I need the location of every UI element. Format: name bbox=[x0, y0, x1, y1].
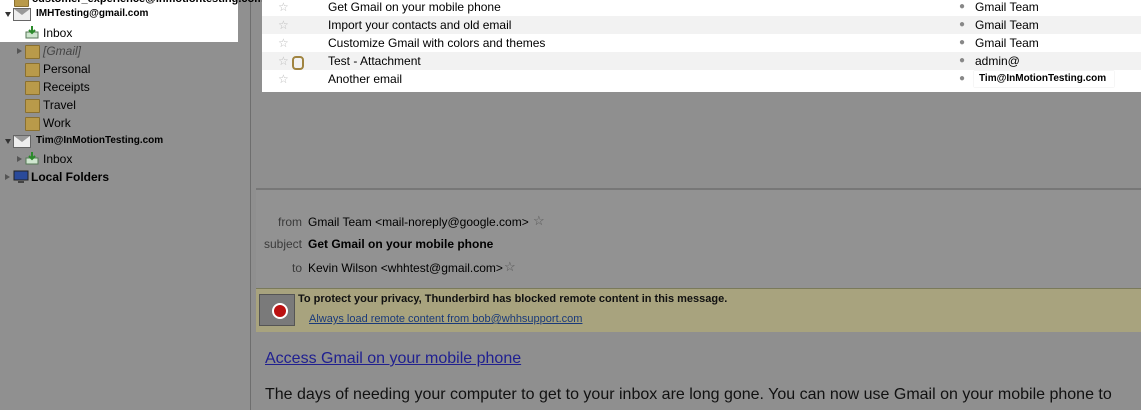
subject-label: subject bbox=[263, 237, 302, 251]
folder-label: Personal bbox=[43, 62, 91, 76]
tree-item-account-tim[interactable]: Tim@InMotionTesting.com bbox=[0, 132, 250, 150]
folder-label: Receipts bbox=[43, 80, 90, 94]
folder-icon bbox=[25, 63, 40, 77]
read-status-icon[interactable]: ● bbox=[959, 0, 965, 16]
star-icon[interactable]: ☆ bbox=[504, 259, 516, 275]
star-icon[interactable]: ☆ bbox=[278, 70, 289, 88]
body-title-link[interactable]: Access Gmail on your mobile phone bbox=[265, 350, 521, 368]
attachment-icon bbox=[292, 56, 304, 70]
from-label: from bbox=[278, 215, 302, 229]
account-icon bbox=[13, 8, 31, 21]
message-sender: Gmail Team bbox=[975, 18, 1039, 32]
folder-icon bbox=[25, 81, 40, 95]
tree-item-personal[interactable]: Personal bbox=[0, 60, 250, 78]
folder-label: [Gmail] bbox=[43, 44, 82, 58]
to-value[interactable]: Kevin Wilson <whhtest@gmail.com> bbox=[308, 261, 503, 275]
account-icon bbox=[13, 135, 31, 148]
message-row[interactable]: ☆ Another email ● Tim@InMotionTesting.co… bbox=[262, 70, 1141, 88]
account-label: IMHTesting@gmail.com bbox=[36, 8, 149, 19]
message-row[interactable]: ☆ Test - Attachment ● admin@ bbox=[262, 52, 1141, 70]
account-label: Tim@InMotionTesting.com bbox=[36, 135, 164, 146]
read-status-icon[interactable]: ● bbox=[959, 52, 965, 70]
star-icon[interactable]: ☆ bbox=[278, 16, 289, 34]
message-subject: Get Gmail on your mobile phone bbox=[328, 0, 501, 14]
read-status-icon[interactable]: ● bbox=[959, 16, 965, 34]
folder-icon bbox=[25, 99, 40, 113]
message-sender: Gmail Team bbox=[975, 36, 1039, 50]
star-icon[interactable]: ☆ bbox=[278, 0, 289, 16]
twisty-closed-icon[interactable] bbox=[5, 174, 10, 180]
star-icon[interactable]: ☆ bbox=[278, 52, 289, 70]
star-icon[interactable]: ☆ bbox=[278, 34, 289, 52]
message-sender: Gmail Team bbox=[975, 0, 1039, 14]
twisty-open-icon[interactable] bbox=[5, 12, 11, 17]
inbox-icon bbox=[25, 152, 39, 165]
inbox-icon bbox=[25, 26, 39, 39]
message-list: ☆ Get Gmail on your mobile phone ● Gmail… bbox=[262, 0, 1141, 92]
tree-item-travel[interactable]: Travel bbox=[0, 96, 250, 114]
computer-icon bbox=[13, 170, 29, 183]
folder-pane: customer_experience@inmotiontesting.com … bbox=[0, 0, 264, 410]
twisty-open-icon[interactable] bbox=[5, 139, 11, 144]
tree-item-receipts[interactable]: Receipts bbox=[0, 78, 250, 96]
message-subject: Another email bbox=[328, 72, 403, 86]
subject-value: Get Gmail on your mobile phone bbox=[308, 237, 494, 251]
message-body: Access Gmail on your mobile phone The da… bbox=[256, 332, 1141, 410]
read-status-icon[interactable]: ● bbox=[959, 70, 965, 88]
tree-item-work[interactable]: Work bbox=[0, 114, 250, 132]
message-sender: admin@ bbox=[975, 54, 1020, 68]
message-sender: Tim@InMotionTesting.com bbox=[974, 71, 1115, 87]
twisty-closed-icon[interactable] bbox=[17, 48, 22, 54]
to-label: to bbox=[291, 261, 302, 275]
remote-content-notification: To protect your privacy, Thunderbird has… bbox=[256, 288, 1141, 333]
tree-item-inbox[interactable]: Inbox bbox=[0, 24, 238, 42]
twisty-closed-icon[interactable] bbox=[17, 156, 22, 162]
folder-icon bbox=[25, 45, 40, 59]
blocked-content-icon bbox=[259, 294, 295, 326]
tree-item-tim-inbox[interactable]: Inbox bbox=[0, 150, 250, 168]
folder-icon bbox=[25, 117, 40, 131]
notification-title: To protect your privacy, Thunderbird has… bbox=[298, 293, 728, 305]
message-list-empty-area bbox=[258, 92, 1141, 188]
message-row[interactable]: ☆ Customize Gmail with colors and themes… bbox=[262, 34, 1141, 52]
account-label: Local Folders bbox=[31, 170, 110, 184]
read-status-icon[interactable]: ● bbox=[959, 34, 965, 52]
folder-label: Work bbox=[43, 116, 71, 130]
folder-label: Inbox bbox=[43, 26, 73, 40]
tree-item-account-imhtesting[interactable]: IMHTesting@gmail.com bbox=[0, 5, 238, 23]
folder-label: Travel bbox=[43, 98, 76, 112]
body-text: The days of needing your computer to get… bbox=[265, 386, 1112, 403]
star-icon[interactable]: ☆ bbox=[533, 213, 545, 229]
tree-item-gmail[interactable]: [Gmail] bbox=[0, 42, 250, 60]
message-row[interactable]: ☆ Get Gmail on your mobile phone ● Gmail… bbox=[262, 0, 1141, 16]
message-subject: Customize Gmail with colors and themes bbox=[328, 36, 546, 50]
message-subject: Test - Attachment bbox=[328, 54, 421, 68]
message-header: from Gmail Team <mail-noreply@google.com… bbox=[256, 190, 1141, 288]
tree-item-local-folders[interactable]: Local Folders bbox=[0, 168, 250, 186]
folder-label: Inbox bbox=[43, 152, 73, 166]
load-remote-content-link[interactable]: Always load remote content from bob@whhs… bbox=[309, 313, 582, 325]
from-value[interactable]: Gmail Team <mail-noreply@google.com> bbox=[308, 215, 529, 229]
message-row[interactable]: ☆ Import your contacts and old email ● G… bbox=[262, 16, 1141, 34]
message-subject: Import your contacts and old email bbox=[328, 18, 512, 32]
